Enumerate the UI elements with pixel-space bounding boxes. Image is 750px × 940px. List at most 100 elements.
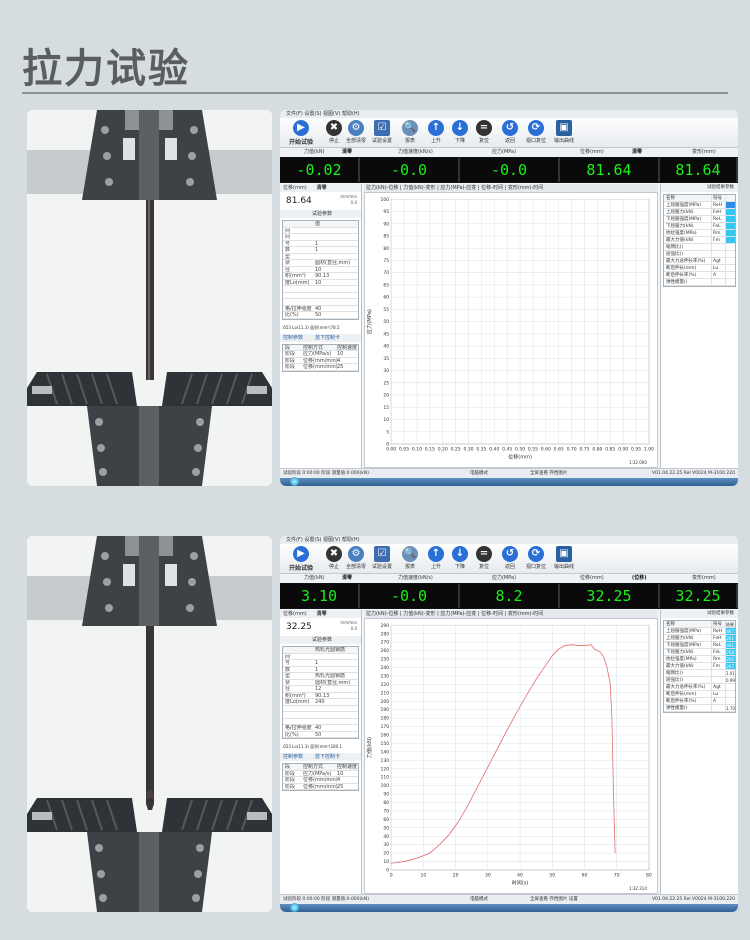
x-tick-label: 50	[549, 872, 555, 878]
results-row[interactable]: 断后伸长(mm) Lu	[664, 265, 735, 272]
windows-start-icon[interactable]	[290, 903, 299, 912]
report-button[interactable]: 🔍 报表	[398, 546, 422, 570]
x-tick-label: 40	[517, 872, 523, 878]
return-button[interactable]: ↺ 返回	[498, 120, 522, 144]
results-row[interactable]: 断后伸长率(%) A	[664, 698, 735, 705]
results-header: 名称 符号 结果	[664, 621, 735, 628]
result-value: 295	[725, 656, 735, 662]
results-row[interactable]: 下屈服强度(MPa) ReL 481	[664, 642, 735, 649]
results-col-name: 名称	[666, 196, 675, 201]
value-header-clear2[interactable]: 清零	[632, 148, 642, 157]
x-tick-label: 0.75	[579, 446, 589, 452]
chart-tabs[interactable]: 拉力(kN)-位移 | 力值(kN)-变形 | 应力(MPa)-应变 | 位移-…	[364, 610, 658, 618]
result-symbol	[711, 670, 725, 676]
value-header-deform: 变形(mm)	[692, 575, 716, 581]
control-cancel-link[interactable]: 放下控制卡	[315, 335, 340, 341]
reset-view-button[interactable]: ⟳ 视口复位	[524, 120, 548, 144]
control-table: 段控制方式 控制速度 阶段 应力(MPa/s) 10 阶段 位移(mm/min)4 阶段 位移(…	[282, 763, 359, 791]
result-value	[725, 698, 735, 704]
results-row[interactable]: 最大力值(kN) Fm 267	[664, 663, 735, 670]
menu-bar[interactable]: 文件(F) 设置(S) 视图(V) 帮助(H)	[280, 536, 738, 544]
live-value-3: 32.25	[560, 584, 660, 608]
result-value	[725, 684, 735, 690]
results-row[interactable]: 弹性模量()	[664, 279, 735, 286]
results-row[interactable]: 最大力总伸长率(%) Agt	[664, 684, 735, 691]
results-row[interactable]: 断后伸长(mm) Lu	[664, 691, 735, 698]
params-row[interactable]: 比(%) 50	[283, 312, 358, 319]
magnifier-icon: 🔍	[402, 120, 418, 136]
arrow-down-icon: ↓	[452, 120, 468, 136]
chart-svg: 0510152025303540455055606570758085909510…	[365, 197, 654, 465]
speed-unit-value: 0.0	[350, 626, 357, 631]
machine-photo-before	[27, 110, 272, 486]
menu-bar[interactable]: 文件(F) 设置(S) 视图(V) 帮助(H)	[280, 110, 738, 118]
result-symbol: Rm	[711, 230, 725, 236]
play-icon: ▶	[293, 120, 309, 136]
move-up-button[interactable]: ↑ 上升	[424, 120, 448, 144]
stop-button[interactable]: ✖ 停止	[322, 120, 346, 144]
results-row[interactable]: 下屈服强度(MPa) ReL	[664, 216, 735, 223]
result-symbol: ReH	[711, 628, 725, 634]
output-curve-button[interactable]: ▣ 输出曲线	[552, 120, 576, 144]
stop-button[interactable]: ✖ 停止	[322, 546, 346, 570]
results-row[interactable]: 下屈服力(kN) FeL	[664, 223, 735, 230]
live-value-display: -0.02 -0.0 -0.0 81.64 81.64	[280, 157, 738, 183]
results-row[interactable]: 缩颈比() 1.01	[664, 670, 735, 677]
chart-tabs[interactable]: 拉力(kN)-位移 | 力值(kN)-变形 | 应力(MPa)-应变 | 位移-…	[364, 184, 658, 192]
value-header-clear[interactable]: 清零	[342, 574, 352, 583]
test-settings-button[interactable]: ☑ 试验设置	[370, 120, 394, 144]
move-up-button[interactable]: ↑ 上升	[424, 546, 448, 570]
start-test-button[interactable]: ▶ 开始试验	[284, 120, 318, 146]
clear-all-button[interactable]: ⚙ 全部清零	[344, 120, 368, 144]
disp-clear-button[interactable]: 清零	[317, 611, 327, 617]
y-tick-label: 240	[381, 665, 390, 671]
results-row[interactable]: 最大力值(kN) Fm	[664, 237, 735, 244]
results-row[interactable]: 上屈服力(kN) FeH 261	[664, 635, 735, 642]
return-button[interactable]: ↺ 返回	[498, 546, 522, 570]
value-header-clear[interactable]: 清零	[342, 148, 352, 157]
clear-all-button[interactable]: ⚙ 全部清零	[344, 546, 368, 570]
move-down-button[interactable]: ↓ 下降	[448, 120, 472, 144]
stop-icon: ✖	[326, 120, 342, 136]
move-down-button[interactable]: ↓ 下降	[448, 546, 472, 570]
results-row[interactable]: 断后伸长率(%) A	[664, 272, 735, 279]
result-symbol: Lu	[711, 265, 725, 271]
value-header-clear2[interactable]: (位移)	[632, 574, 647, 583]
y-tick-label: 180	[381, 716, 390, 722]
result-symbol	[711, 279, 725, 285]
software-screen-before: 文件(F) 设置(S) 视图(V) 帮助(H) ▶ 开始试验 ✖ 停止 ⚙ 全部清零 ☑ 试验设…	[280, 110, 738, 486]
report-button[interactable]: 🔍 报表	[398, 120, 422, 144]
control-row[interactable]: 阶段 位移(mm/min)25	[283, 364, 358, 371]
test-settings-button[interactable]: ☑ 试验设置	[370, 546, 394, 570]
results-row[interactable]: 最大力总伸长率(%) Agt	[664, 258, 735, 265]
results-row[interactable]: 屈强比()	[664, 251, 735, 258]
disp-clear-button[interactable]: 清零	[317, 185, 327, 191]
results-row[interactable]: 抗拉强度(MPa) Rm	[664, 230, 735, 237]
value-header-stress: 应力(MPa)	[492, 575, 517, 581]
reset-button[interactable]: = 复位	[472, 120, 496, 144]
results-col-value	[725, 195, 735, 201]
chart-svg: 0 10 20 30 40 50 60 70 80 90 100 110 120 130 140 150 160…	[365, 623, 652, 891]
results-row[interactable]: 上屈服强度(MPa) ReH	[664, 202, 735, 209]
results-row[interactable]: 弹性模量() 1.70	[664, 705, 735, 712]
results-row[interactable]: 上屈服力(kN) FeH	[664, 209, 735, 216]
y-tick-label: 95	[383, 209, 389, 215]
results-row[interactable]: 缩颈比()	[664, 244, 735, 251]
results-row[interactable]: 抗拉强度(MPa) Rm 295	[664, 656, 735, 663]
results-row[interactable]: 下屈服力(kN) FeL 258	[664, 649, 735, 656]
control-row[interactable]: 阶段 位移(mm/min)25	[283, 784, 358, 790]
y-axis-label: 应力(MPa)	[365, 309, 373, 334]
params-row[interactable]: 比(%) 50	[283, 731, 358, 738]
control-cancel-link[interactable]: 放下控制卡	[315, 754, 340, 760]
toolbar: ▶ 开始试验 ✖ 停止 ⚙ 全部清零 ☑ 试验设置 🔍 报表 ↑ 上升 ↓ 下降 = 复位 ↺ 返回 ⟳ 视口复位 ▣ 输…	[280, 544, 738, 574]
reset-button[interactable]: = 复位	[472, 546, 496, 570]
windows-start-icon[interactable]	[290, 477, 299, 486]
results-row[interactable]: 上屈服强度(MPa) ReH 487	[664, 628, 735, 635]
value-header-disp: 位移(mm)	[580, 149, 604, 155]
reset-view-button[interactable]: ⟳ 视口复位	[524, 546, 548, 570]
params-row-label: 比(%)	[285, 731, 299, 738]
start-test-button[interactable]: ▶ 开始试验	[284, 546, 318, 572]
params-row-label: 比(%)	[285, 312, 299, 318]
output-curve-button[interactable]: ▣ 输出曲线	[552, 546, 576, 570]
results-row[interactable]: 屈强比() 0.99	[664, 677, 735, 684]
